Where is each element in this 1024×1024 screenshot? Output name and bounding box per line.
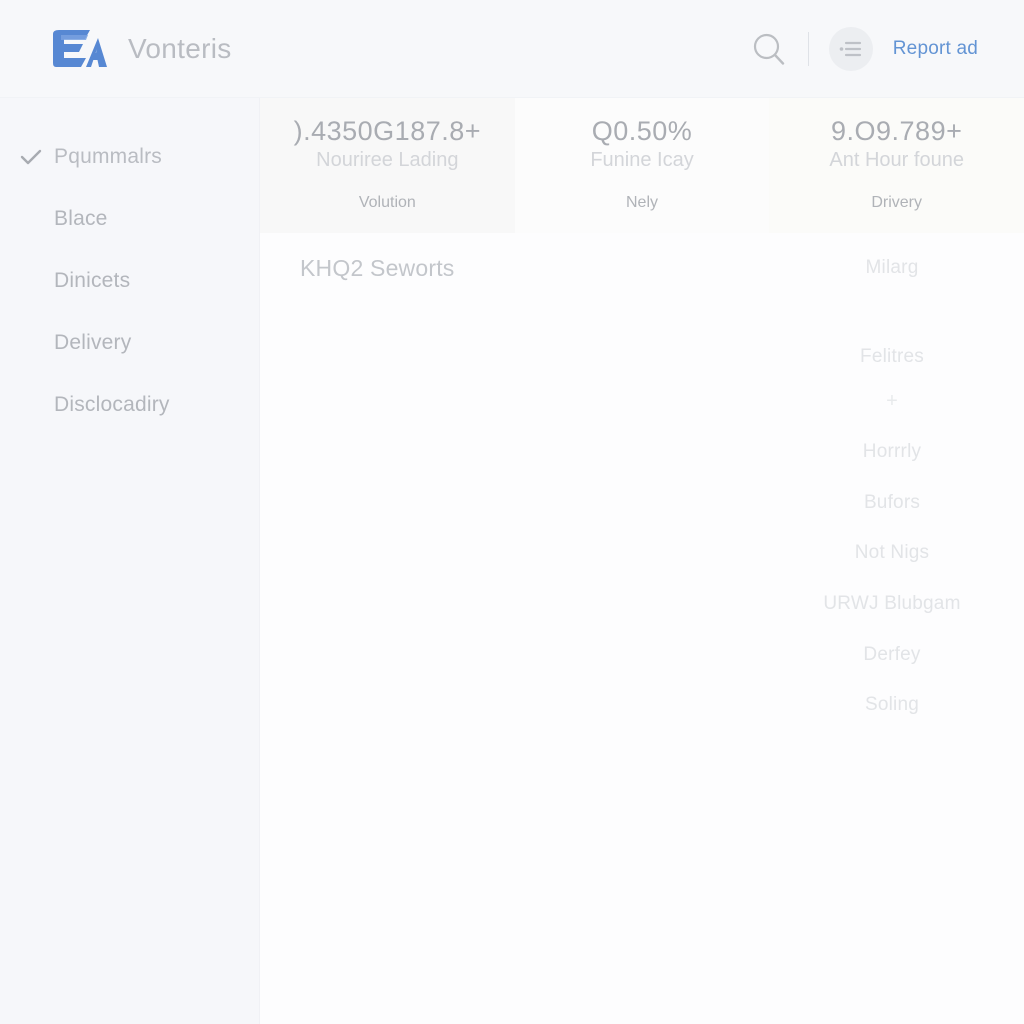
stat-tag: Nely (626, 194, 659, 211)
sidebar-item-disclocadiry[interactable]: Disclocadiry (0, 374, 259, 436)
list-menu-icon-button[interactable] (828, 26, 873, 71)
sidebar-item-dinicets[interactable]: Dinicets (0, 250, 259, 312)
sidebar-item-icon-slot (18, 270, 44, 292)
stat-tag: Volution (358, 194, 416, 211)
sidebar-item-label: Pqummalrs (54, 145, 162, 168)
app-root: Vonteris Report ad Pqummalrs Blace Dinic… (0, 0, 1024, 1024)
stat-card-row: ).4350G187.8+ Nouriree Lading Volution Q… (260, 98, 1024, 233)
search-icon[interactable] (750, 30, 788, 68)
sidebar-item-label: Disclocadiry (54, 393, 170, 416)
list-item[interactable]: Felitres (760, 346, 1024, 368)
brand[interactable]: Vonteris (50, 26, 232, 72)
stat-card[interactable]: Q0.50% Funine Icay Nely (514, 98, 770, 233)
page-title: KHQ2 Seworts (300, 255, 455, 281)
list-item[interactable]: Derfey (760, 644, 1024, 666)
list-item[interactable]: Not Nigs (760, 542, 1024, 564)
list-item[interactable]: Soling (760, 694, 1024, 716)
sidebar-item-pqummalrs[interactable]: Pqummalrs (0, 126, 259, 188)
list-item[interactable]: Horrrly (760, 441, 1024, 463)
stat-card[interactable]: 9.O9.789+ Ant Hour foune Drivery (769, 98, 1024, 233)
sidebar-item-delivery[interactable]: Delivery (0, 312, 259, 374)
sidebar-item-label: Blace (54, 207, 108, 230)
sidebar-item-icon-slot (18, 332, 44, 354)
report-ad-link[interactable]: Report ad (893, 38, 978, 60)
list-item[interactable]: URWJ Blubgam (760, 593, 1024, 615)
sidebar-item-label: Dinicets (54, 269, 131, 292)
stat-value: ).4350G187.8+ (293, 116, 482, 146)
sidebar-item-label: Delivery (54, 331, 132, 354)
list-item[interactable]: Bufors (760, 492, 1024, 514)
sidebar: Pqummalrs Blace Dinicets Delivery Disclo… (0, 98, 260, 1024)
stat-value: Q0.50% (591, 116, 693, 146)
app-header: Vonteris Report ad (0, 0, 1024, 98)
stat-subtitle: Nouriree Lading (316, 149, 459, 171)
ea-monogram-logo-icon (53, 29, 107, 67)
brand-name: Vonteris (128, 32, 232, 64)
secondary-list: Milarg Felitres + Horrrly Bufors Not Nig… (760, 233, 1024, 1024)
sidebar-item-blace[interactable]: Blace (0, 188, 259, 250)
sidebar-item-icon-slot (18, 394, 44, 416)
stat-tag: Drivery (871, 194, 923, 211)
stat-subtitle: Funine Icay (590, 149, 694, 171)
list-menu-icon (839, 41, 861, 56)
list-item[interactable]: Milarg (760, 257, 1024, 279)
stat-card[interactable]: ).4350G187.8+ Nouriree Lading Volution (260, 98, 515, 233)
main-content: KHQ2 Seworts Milarg Felitres + Horrrly B… (260, 233, 1024, 1024)
header-divider (807, 31, 809, 66)
check-icon (18, 146, 44, 168)
stat-subtitle: Ant Hour foune (829, 149, 964, 171)
sidebar-item-icon-slot (18, 208, 44, 230)
stat-value: 9.O9.789+ (831, 116, 963, 146)
header-actions: Report ad (750, 26, 978, 71)
plus-icon[interactable]: + (760, 390, 1024, 413)
